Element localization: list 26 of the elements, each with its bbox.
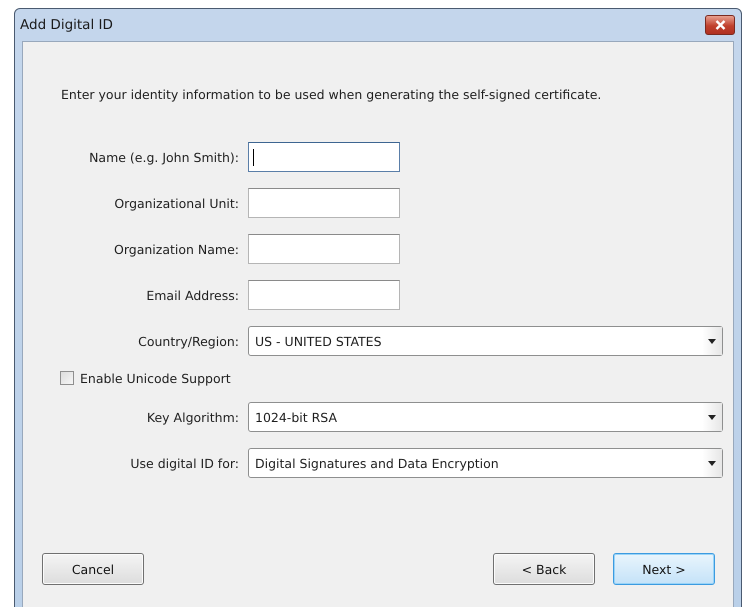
input-field[interactable] <box>248 280 400 310</box>
input-field[interactable] <box>248 234 400 264</box>
field-label: Name (e.g. John Smith): <box>88 150 239 164</box>
window-title: Add Digital ID <box>20 17 113 33</box>
close-button[interactable] <box>705 15 735 35</box>
dialog-button[interactable]: Next > <box>613 553 715 585</box>
field-label: Email Address: <box>145 288 239 302</box>
input-field[interactable] <box>248 188 400 218</box>
description-text: Enter your identity information to be used when generating the self-signed certificate. <box>61 87 602 102</box>
caret-icon <box>708 338 716 344</box>
caret-icon <box>708 460 716 466</box>
dialog-button[interactable]: Cancel <box>42 553 144 585</box>
input-field[interactable] <box>248 142 400 172</box>
dialog-button[interactable]: < Back <box>493 553 595 585</box>
field-label: Organizational Unit: <box>113 196 239 210</box>
dropdown[interactable]: US - UNITED STATES <box>248 326 723 356</box>
dropdown[interactable]: Digital Signatures and Data Encryption <box>248 448 723 478</box>
field-label: Key Algorithm: <box>146 410 239 424</box>
close-icon <box>714 20 726 30</box>
field-label: Use digital ID for: <box>129 456 239 470</box>
field-label: Country/Region: <box>137 334 239 348</box>
checkbox-label: Enable Unicode Support <box>80 370 231 386</box>
caret-icon <box>708 414 716 420</box>
dropdown[interactable]: 1024-bit RSA <box>248 402 723 432</box>
checkbox[interactable] <box>60 371 74 385</box>
field-label: Organization Name: <box>113 242 239 256</box>
